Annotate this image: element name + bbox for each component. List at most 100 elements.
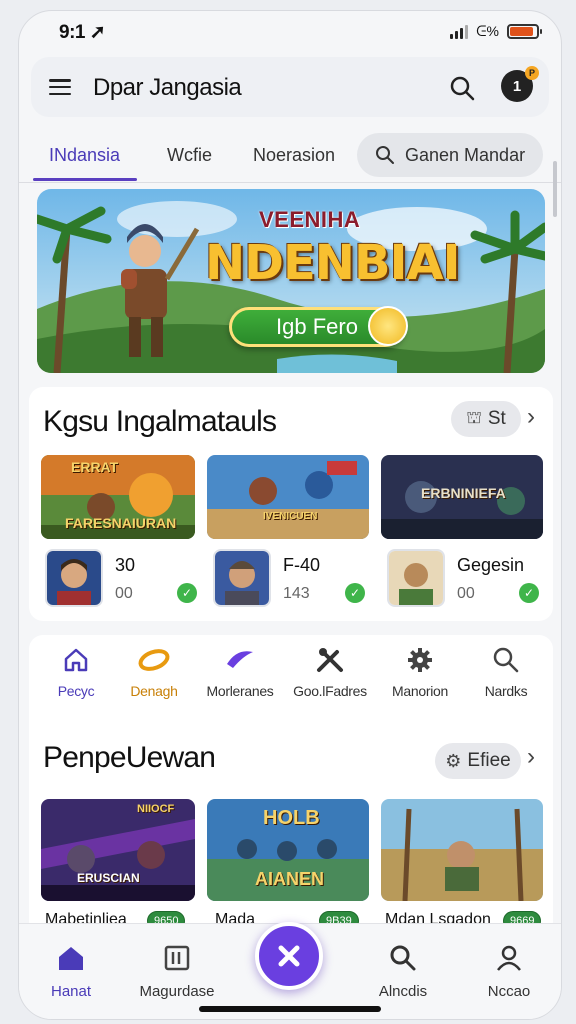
category-manorion[interactable]: Manorion — [375, 645, 465, 699]
nav-label: Hanat — [50, 983, 92, 1000]
section-title: Kgsu Ingalmatauls — [43, 405, 277, 438]
player-avatar — [387, 549, 445, 607]
ring-icon — [109, 645, 199, 675]
game-thumbnail[interactable]: NIIOCF ERUSCIAN — [41, 799, 195, 901]
category-label: Nardks — [484, 683, 528, 699]
coin-icon — [368, 306, 408, 346]
menu-icon[interactable] — [49, 79, 71, 95]
category-label: Goo.lFadres — [293, 683, 367, 699]
category-pecyc[interactable]: Pecyc — [31, 645, 121, 699]
app-bar: Dpar Jangasia 1 P — [31, 57, 549, 117]
featured-section: Kgsu Ingalmatauls ⛫ St › ERRAT FARESNAIU… — [29, 387, 553, 621]
nav-label: Magurdase — [139, 983, 215, 1000]
game-banner: ERUSCIAN — [77, 871, 140, 885]
tab-search-button[interactable]: Ganen Mandar — [357, 133, 543, 177]
hero-subtitle: VEENIHA — [259, 207, 361, 232]
category-label: Morleranes — [206, 683, 274, 699]
game-banner: IVENICUEN — [263, 511, 318, 522]
search-icon — [461, 645, 551, 675]
check-icon: ✓ — [519, 583, 539, 603]
nav-label: Nccao — [487, 983, 531, 1000]
game-artwork — [381, 799, 543, 901]
player-avatar — [45, 549, 103, 607]
game-banner: AIANEN — [255, 869, 325, 889]
gear-icon: ⚙ — [445, 750, 462, 771]
tab-bar: INdansia Wcfie Noerasion Ganen Mandar — [19, 127, 561, 183]
section-filter-label: St — [487, 408, 506, 429]
profile-avatar-button[interactable]: 1 P — [501, 66, 539, 102]
tab-search-label: Ganen Mandar — [405, 144, 526, 165]
grid-icon: ⛫ — [466, 408, 482, 427]
swoosh-icon — [195, 645, 285, 675]
status-icons: ᕮ% — [450, 23, 542, 40]
nav-nccao[interactable]: Nccao — [459, 944, 559, 1000]
home-icon — [21, 944, 121, 977]
player-score: 00 — [457, 585, 475, 602]
player-card[interactable]: Gegesin 00 ✓ — [385, 547, 551, 609]
app-title: Dpar Jangasia — [93, 74, 242, 101]
bottom-navigation: Hanat Magurdase Alncdis Nccao — [19, 922, 561, 1019]
search-icon — [376, 146, 394, 164]
search-icon[interactable] — [449, 75, 475, 106]
section-filter-button[interactable]: ⛫ St — [451, 401, 521, 437]
carrier-label: ᕮ% — [476, 23, 499, 39]
game-thumbnail[interactable]: ERBNINIEFA — [381, 455, 543, 539]
signal-icon — [450, 24, 469, 39]
game-thumbnail[interactable]: ERRAT FARESNAIURAN — [41, 455, 195, 539]
battery-icon — [507, 24, 542, 39]
game-banner: ERBNINIEFA — [421, 485, 506, 501]
close-icon — [278, 945, 300, 967]
section-filter-label: Efiee — [467, 750, 511, 771]
category-label: Denagh — [130, 683, 178, 699]
search-icon — [353, 944, 453, 977]
check-icon: ✓ — [345, 583, 365, 603]
avatar-initial: 1 — [512, 77, 522, 95]
tab-noerasion[interactable]: Noerasion — [253, 145, 335, 166]
check-icon: ✓ — [177, 583, 197, 603]
player-card[interactable]: 30 00 ✓ — [43, 547, 209, 609]
game-artwork — [207, 455, 369, 539]
section-title: PenpeUewan — [43, 741, 216, 774]
category-morleranes[interactable]: Morleranes — [195, 645, 285, 699]
game-thumbnail[interactable]: HOLB AIANEN — [207, 799, 369, 901]
active-tab-indicator — [33, 178, 137, 181]
nav-alncdis[interactable]: Alncdis — [353, 944, 453, 1000]
player-name: Gegesin — [457, 555, 525, 575]
player-score: 00 — [115, 585, 133, 602]
game-caption: ERRAT — [71, 459, 119, 475]
tab-wcfie[interactable]: Wcfie — [167, 145, 212, 166]
game-thumbnail[interactable]: IVENICUEN — [207, 455, 369, 539]
player-avatar — [213, 549, 271, 607]
chevron-right-icon[interactable]: › — [527, 743, 535, 771]
center-action-button[interactable] — [255, 922, 323, 990]
section-filter-button[interactable]: ⚙ Efiee — [435, 743, 521, 779]
nav-label: Alncdis — [378, 983, 428, 1000]
status-bar: 9:1 ➚ ᕮ% — [19, 11, 561, 55]
gear-icon — [375, 645, 465, 675]
tab-indansia[interactable]: INdansia — [49, 145, 120, 166]
status-time: 9:1 ➚ — [59, 22, 106, 43]
category-label: Manorion — [392, 683, 448, 699]
library-icon — [127, 944, 227, 977]
category-denagh[interactable]: Denagh — [109, 645, 199, 699]
crossed-tools-icon — [285, 645, 375, 675]
nav-magurdase[interactable]: Magurdase — [127, 944, 227, 1000]
hero-cta-button[interactable]: Igb Fero — [229, 306, 408, 347]
scroll-indicator[interactable] — [553, 161, 557, 217]
hero-banner[interactable]: VEENIHA NDENBIAI Igb Fero — [37, 189, 545, 373]
phone-screen: 9:1 ➚ ᕮ% Dpar Jangasia 1 P INdansia Wcfi… — [18, 10, 562, 1020]
game-banner: FARESNAIURAN — [65, 515, 177, 531]
notification-badge: P — [525, 66, 539, 80]
player-card[interactable]: F-40 143 ✓ — [211, 547, 377, 609]
home-indicator[interactable] — [199, 1006, 381, 1012]
chevron-right-icon[interactable]: › — [527, 403, 535, 431]
game-thumbnail[interactable] — [381, 799, 543, 901]
category-goolfadres[interactable]: Goo.lFadres — [285, 645, 375, 699]
nav-hanat[interactable]: Hanat — [21, 944, 121, 1000]
player-score: 143 — [283, 585, 310, 602]
game-banner-top: HOLB — [263, 807, 320, 829]
category-nardks[interactable]: Nardks — [461, 645, 551, 699]
player-name: 30 — [115, 555, 136, 575]
player-name: F-40 — [283, 555, 321, 575]
category-label: Pecyc — [57, 683, 95, 699]
